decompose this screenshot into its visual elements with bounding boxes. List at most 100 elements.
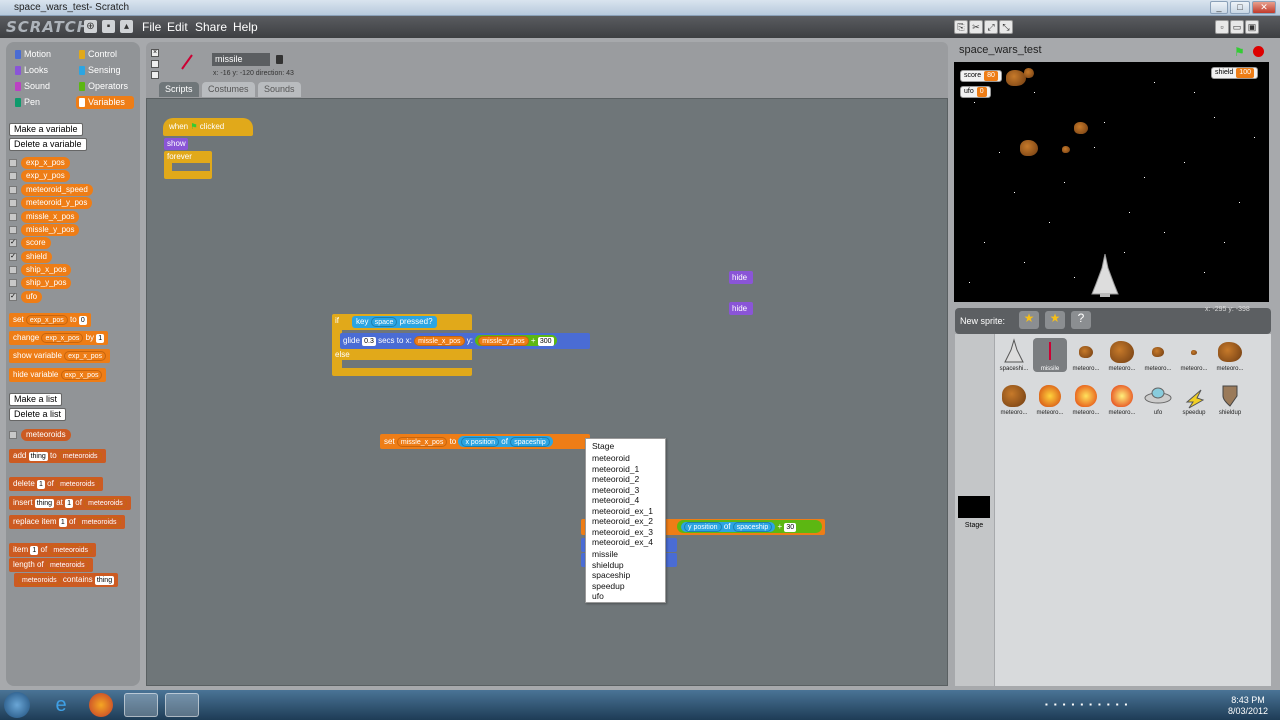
meteoroid-sprite[interactable] (1006, 70, 1026, 86)
shield-monitor[interactable]: shield 100 (1211, 67, 1258, 79)
stage-canvas[interactable]: score 80 ufo 0 shield 100 (954, 62, 1269, 302)
show-variable-block[interactable]: show variable exp_x_pos (9, 349, 111, 363)
scripts-canvas[interactable] (146, 98, 948, 686)
sprite-thumb[interactable]: meteoro... (1177, 338, 1211, 372)
meteoroid-sprite[interactable] (1024, 68, 1034, 78)
minimize-button[interactable]: _ (1210, 1, 1228, 14)
insert-at-list-block[interactable]: insert thing at 1 of meteoroids (9, 496, 131, 510)
dropdown-item[interactable]: meteoroid_3 (592, 485, 639, 495)
meteoroid-sprite[interactable] (1074, 122, 1088, 134)
sprite-thumb[interactable]: meteoro... (997, 382, 1031, 416)
menu-edit[interactable]: Edit (167, 20, 188, 34)
sprite-thumb[interactable]: missile (1033, 338, 1067, 372)
dropdown-item[interactable]: ufo (592, 591, 604, 601)
meteoroid-sprite[interactable] (1020, 140, 1038, 156)
category-sensing[interactable]: Sensing (76, 64, 134, 77)
random-sprite-icon[interactable]: ? (1071, 311, 1091, 329)
glide-block[interactable]: glide 0.3 secs to x: missle_x_pos y: mis… (340, 333, 590, 349)
variable-checkbox[interactable]: ✓ (9, 293, 17, 301)
sprite-thumb[interactable]: meteoro... (1105, 382, 1139, 416)
dropdown-item[interactable]: Stage (592, 441, 614, 451)
dropdown-item[interactable]: speedup (592, 581, 625, 591)
dropdown-item[interactable]: meteoroid_2 (592, 474, 639, 484)
y-plus-block[interactable]: y position of spaceship + 30 (677, 520, 822, 533)
list-contains-block[interactable]: meteoroids contains thing (14, 573, 119, 587)
hide-variable-block[interactable]: hide variable exp_x_pos (9, 368, 107, 382)
replace-item-block[interactable]: replace item 1 of meteoroids (9, 515, 125, 529)
shrink-tool-icon[interactable]: ⤡ (999, 20, 1013, 34)
system-tray[interactable]: ▪▪▪▪▪▪▪▪▪▪ (1045, 700, 1215, 710)
duplicate-tool-icon[interactable]: ⎘ (954, 20, 968, 34)
stop-icon[interactable] (1253, 46, 1264, 57)
hide-block[interactable]: hide (729, 302, 753, 315)
lock-icon[interactable] (276, 55, 283, 64)
small-stage-icon[interactable]: ▫ (1215, 20, 1229, 34)
dropdown-item[interactable]: shieldup (592, 560, 624, 570)
internet-explorer-icon[interactable]: e (44, 693, 78, 717)
delete-variable-button[interactable]: Delete a variable (9, 138, 87, 151)
variable-checkbox[interactable] (9, 186, 17, 194)
rotation-style-icon[interactable]: × (151, 49, 159, 57)
make-variable-button[interactable]: Make a variable (9, 123, 83, 136)
share-icon[interactable]: ▴ (120, 20, 133, 33)
delete-of-list-block[interactable]: delete 1 of meteoroids (9, 477, 103, 491)
taskbar-clock[interactable]: 8:43 PM 8/03/2012 (1223, 695, 1273, 717)
sprite-name-field[interactable]: missile (212, 53, 270, 66)
dropdown-item[interactable]: meteoroid_ex_3 (592, 527, 653, 537)
tab-scripts[interactable]: Scripts (159, 82, 199, 97)
sprite-thumb[interactable]: ufo (1141, 382, 1175, 416)
window-taskbar-icon[interactable] (165, 693, 199, 717)
variable-checkbox[interactable] (9, 159, 17, 167)
variable-checkbox[interactable] (9, 279, 17, 287)
firefox-icon[interactable] (89, 693, 113, 717)
key-pressed-block[interactable]: key space pressed? (352, 316, 437, 328)
tab-costumes[interactable]: Costumes (202, 82, 255, 97)
variable-checkbox[interactable] (9, 266, 17, 274)
scratch-taskbar-icon[interactable] (124, 693, 158, 717)
dropdown-item[interactable]: meteoroid_ex_4 (592, 537, 653, 547)
no-rotate-icon[interactable] (151, 71, 159, 79)
start-button-icon[interactable] (4, 692, 30, 718)
dropdown-item[interactable]: meteoroid_1 (592, 464, 639, 474)
item-of-list-block[interactable]: item 1 of meteoroids (9, 543, 97, 557)
sprite-thumb[interactable]: speedup (1177, 382, 1211, 416)
normal-stage-icon[interactable]: ▭ (1230, 20, 1244, 34)
dropdown-item[interactable]: missile (592, 549, 618, 559)
variable-checkbox[interactable] (9, 213, 17, 221)
hide-block[interactable]: hide (729, 271, 753, 284)
show-block[interactable]: show (164, 138, 188, 150)
set-missle-x-block[interactable]: set missle_x_pos to x position of spaces… (380, 434, 590, 449)
tab-sounds[interactable]: Sounds (258, 82, 301, 97)
dropdown-item[interactable]: meteoroid_ex_1 (592, 506, 653, 516)
score-monitor[interactable]: score 80 (960, 70, 1002, 82)
delete-list-button[interactable]: Delete a list (9, 408, 67, 421)
category-operators[interactable]: Operators (76, 80, 134, 93)
variable-checkbox[interactable] (9, 226, 17, 234)
variable-checkbox[interactable]: ✓ (9, 253, 17, 261)
variable-checkbox[interactable] (9, 172, 17, 180)
variable-checkbox[interactable]: ✓ (9, 239, 17, 247)
sprite-thumb[interactable]: shieldup (1213, 382, 1247, 416)
stage-thumbnail[interactable] (958, 496, 990, 518)
category-motion[interactable]: Motion (12, 48, 70, 61)
maximize-button[interactable]: □ (1230, 1, 1250, 14)
set-variable-block[interactable]: set exp_x_pos to 0 (9, 313, 91, 327)
variable-checkbox[interactable] (9, 199, 17, 207)
sprite-thumb[interactable]: meteoro... (1105, 338, 1139, 372)
sprite-thumb[interactable]: spaceshi... (997, 338, 1031, 372)
ufo-monitor[interactable]: ufo 0 (960, 86, 991, 98)
presentation-mode-icon[interactable]: ▣ (1245, 20, 1259, 34)
length-of-list-block[interactable]: length of meteoroids (9, 558, 93, 572)
green-flag-icon[interactable]: ⚑ (1234, 45, 1245, 59)
paint-sprite-icon[interactable]: ★ (1019, 311, 1039, 329)
sprite-thumb[interactable]: meteoro... (1069, 382, 1103, 416)
forever-block[interactable]: forever (164, 151, 212, 179)
category-control[interactable]: Control (76, 48, 134, 61)
list-checkbox[interactable] (9, 431, 17, 439)
x-position-of-block[interactable]: x position of spaceship (458, 436, 553, 447)
make-list-button[interactable]: Make a list (9, 393, 63, 406)
sprite-thumb[interactable]: meteoro... (1033, 382, 1067, 416)
category-pen[interactable]: Pen (12, 96, 70, 109)
globe-icon[interactable]: ⊕ (84, 20, 97, 33)
dropdown-item[interactable]: meteoroid_4 (592, 495, 639, 505)
